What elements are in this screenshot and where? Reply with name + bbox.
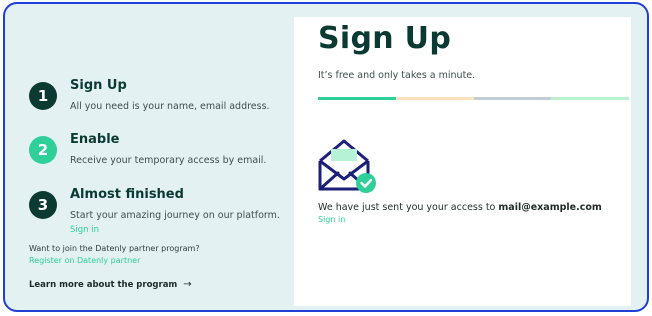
envelope-check-icon bbox=[316, 135, 384, 199]
progress-segment bbox=[473, 97, 552, 100]
sign-in-link[interactable]: Sign in bbox=[318, 215, 345, 224]
progress-segment bbox=[551, 97, 629, 100]
progress-segment bbox=[318, 97, 396, 100]
partner-register-link[interactable]: Register on Datenly partner bbox=[29, 256, 140, 265]
signup-card: Sign Up It’s free and only takes a minut… bbox=[294, 17, 631, 306]
step-description: Receive your temporary access by email. bbox=[70, 155, 267, 166]
page-title: Sign Up bbox=[318, 21, 452, 56]
step-title: Sign Up bbox=[70, 78, 127, 93]
step-number-badge: 1 bbox=[29, 82, 57, 110]
step-number-badge: 3 bbox=[29, 191, 57, 219]
step-description: All you need is your name, email address… bbox=[70, 101, 270, 112]
step-title: Enable bbox=[70, 132, 120, 147]
step-title: Almost finished bbox=[70, 187, 184, 202]
progress-bar bbox=[318, 97, 629, 100]
learn-more-label: Learn more about the program bbox=[29, 279, 178, 290]
step-number-badge: 2 bbox=[29, 136, 57, 164]
step-description: Start your amazing journey on our platfo… bbox=[70, 210, 280, 221]
progress-segment bbox=[395, 97, 474, 100]
step-sign-in-link[interactable]: Sign in bbox=[70, 225, 99, 235]
page-subtitle: It’s free and only takes a minute. bbox=[318, 70, 476, 81]
sent-message: We have just sent you your access to mai… bbox=[318, 202, 602, 213]
partner-question: Want to join the Datenly partner program… bbox=[29, 244, 200, 253]
sent-email: mail@example.com bbox=[498, 202, 602, 213]
sent-message-text: We have just sent you your access to bbox=[318, 202, 499, 213]
steps-panel: 1 Sign Up All you need is your name, ema… bbox=[5, 4, 295, 310]
arrow-right-icon: → bbox=[183, 279, 192, 290]
signup-frame: 1 Sign Up All you need is your name, ema… bbox=[3, 2, 649, 312]
learn-more-link[interactable]: Learn more about the program → bbox=[29, 279, 192, 290]
